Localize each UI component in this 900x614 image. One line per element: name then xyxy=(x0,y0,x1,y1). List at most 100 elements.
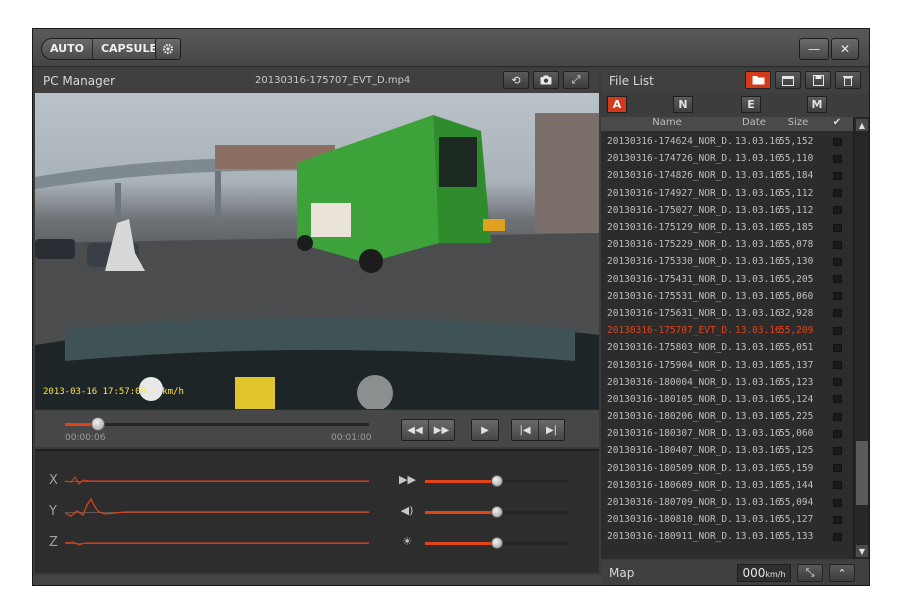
file-checkbox[interactable] xyxy=(832,137,842,146)
file-checkbox[interactable] xyxy=(832,515,842,524)
file-row[interactable]: 20130316-175431_NOR_D.mp413.03.1655,205 xyxy=(601,271,853,288)
file-checkbox[interactable] xyxy=(832,361,842,370)
file-list-scrollbar[interactable]: ▲ ▼ xyxy=(853,117,869,559)
file-checkbox[interactable] xyxy=(832,481,842,490)
file-checkbox[interactable] xyxy=(832,464,842,473)
file-checkbox[interactable] xyxy=(832,257,842,266)
column-check[interactable]: ✔ xyxy=(821,117,853,131)
column-date[interactable]: Date xyxy=(733,117,775,131)
previous-file-button[interactable]: |◀ xyxy=(512,420,538,440)
play-group: ▶ xyxy=(471,419,499,441)
map-collapse-button[interactable]: ⌃ xyxy=(829,564,855,582)
file-row[interactable]: 20130316-175129_NOR_D.mp413.03.1655,185 xyxy=(601,219,853,236)
file-checkbox[interactable] xyxy=(832,240,842,249)
folder-button[interactable] xyxy=(745,71,771,89)
file-row[interactable]: 20130316-180004_NOR_D.mp413.03.1655,123 xyxy=(601,374,853,391)
map-expand-button[interactable]: ⤡ xyxy=(797,564,823,582)
file-size: 55,185 xyxy=(779,222,814,234)
file-checkbox[interactable] xyxy=(832,532,842,541)
scroll-thumb[interactable] xyxy=(856,441,868,505)
file-row[interactable]: 20130316-175229_NOR_D.mp413.03.1655,078 xyxy=(601,236,853,253)
file-name: 20130316-180911_NOR_D.mp4 xyxy=(607,531,733,543)
calendar-button[interactable] xyxy=(775,71,801,89)
file-row[interactable]: 20130316-175631_NOR_D.mp413.03.1632,928 xyxy=(601,305,853,322)
delete-button[interactable] xyxy=(835,71,861,89)
map-bar: Map 000km/h ⤡ ⌃ xyxy=(601,561,869,585)
file-checkbox[interactable] xyxy=(832,292,842,301)
file-checkbox[interactable] xyxy=(832,154,842,163)
close-button[interactable]: ✕ xyxy=(831,38,859,60)
file-row[interactable]: 20130316-180307_NOR_D.mp413.03.1655,060 xyxy=(601,425,853,442)
minimize-button[interactable]: — xyxy=(799,38,829,60)
file-checkbox[interactable] xyxy=(832,378,842,387)
file-row[interactable]: 20130316-175531_NOR_D.mp413.03.1655,060 xyxy=(601,288,853,305)
speed-slider-handle[interactable] xyxy=(491,475,503,487)
file-row[interactable]: 20130316-180709_NOR_D.mp413.03.1655,094 xyxy=(601,494,853,511)
file-row[interactable]: 20130316-175904_NOR_D.mp413.03.1655,137 xyxy=(601,356,853,373)
file-checkbox[interactable] xyxy=(832,395,842,404)
volume-slider-handle[interactable] xyxy=(491,506,503,518)
file-date: 13.03.16 xyxy=(735,393,781,405)
file-row[interactable]: 20130316-174726_NOR_D.mp413.03.1655,110 xyxy=(601,150,853,167)
file-row[interactable]: 20130316-175330_NOR_D.mp413.03.1655,130 xyxy=(601,253,853,270)
file-row[interactable]: 20130316-175803_NOR_D.mp413.03.1655,051 xyxy=(601,339,853,356)
file-list-panel: File List A N E M Name Date Size ✔ 20130… xyxy=(601,69,869,585)
file-checkbox[interactable] xyxy=(832,412,842,421)
file-date: 13.03.16 xyxy=(735,204,781,216)
file-check-cell xyxy=(821,343,853,352)
play-button[interactable]: ▶ xyxy=(472,420,498,440)
gsensor-traces xyxy=(65,476,369,546)
file-checkbox[interactable] xyxy=(832,498,842,507)
file-name: 20130316-180206_NOR_D.mp4 xyxy=(607,411,733,423)
file-row[interactable]: 20130316-180911_NOR_D.mp413.03.1655,133 xyxy=(601,528,853,545)
file-checkbox[interactable] xyxy=(832,206,842,215)
file-row[interactable]: 20130316-180105_NOR_D.mp413.03.1655,124 xyxy=(601,391,853,408)
file-checkbox[interactable] xyxy=(832,326,842,335)
filter-manual-tab[interactable]: M xyxy=(807,96,827,113)
file-check-cell xyxy=(821,223,853,232)
file-row[interactable]: 20130316-180810_NOR_D.mp413.03.1655,127 xyxy=(601,511,853,528)
file-checkbox[interactable] xyxy=(832,446,842,455)
filter-normal-tab[interactable]: N xyxy=(673,96,693,113)
gsensor-panel: X Y Z ▶▶ ◀) ☀ xyxy=(35,449,599,573)
next-file-button[interactable]: ▶| xyxy=(538,420,564,440)
file-checkbox[interactable] xyxy=(832,275,842,284)
file-row[interactable]: 20130316-174927_NOR_D.mp413.03.1655,112 xyxy=(601,185,853,202)
file-row[interactable]: 20130316-180206_NOR_D.mp413.03.1655,225 xyxy=(601,408,853,425)
rewind-button[interactable]: ◀◀ xyxy=(402,420,428,440)
file-size: 55,127 xyxy=(779,514,814,526)
file-checkbox[interactable] xyxy=(832,171,842,180)
fast-forward-button[interactable]: ▶▶ xyxy=(428,420,454,440)
file-checkbox[interactable] xyxy=(832,223,842,232)
file-checkbox[interactable] xyxy=(832,343,842,352)
file-row[interactable]: 20130316-174624_NOR_D.mp413.03.1655,152 xyxy=(601,133,853,150)
camera-icon xyxy=(540,75,552,85)
video-frame[interactable]: 2013-03-16 17:57:08 · km/h xyxy=(35,93,599,409)
brightness-slider-handle[interactable] xyxy=(491,537,503,549)
save-button[interactable] xyxy=(805,71,831,89)
snapshot-button[interactable] xyxy=(533,71,559,89)
seek-track[interactable] xyxy=(65,423,369,426)
filter-all-tab[interactable]: A xyxy=(607,96,627,113)
video-osd: 2013-03-16 17:57:08 · km/h xyxy=(43,387,184,397)
fullscreen-button[interactable]: ⤢ xyxy=(563,71,589,89)
file-checkbox[interactable] xyxy=(832,189,842,198)
column-name[interactable]: Name xyxy=(601,117,733,131)
settings-button[interactable] xyxy=(155,38,181,60)
file-row[interactable]: 20130316-174826_NOR_D.mp413.03.1655,184 xyxy=(601,167,853,184)
file-row[interactable]: 20130316-180407_NOR_D.mp413.03.1655,125 xyxy=(601,442,853,459)
file-checkbox[interactable] xyxy=(832,309,842,318)
file-checkbox[interactable] xyxy=(832,429,842,438)
seek-handle[interactable] xyxy=(91,417,106,431)
total-time: 00:01:00 xyxy=(331,433,372,443)
scroll-down-button[interactable]: ▼ xyxy=(856,545,868,557)
filter-event-tab[interactable]: E xyxy=(741,96,761,113)
file-row[interactable]: 20130316-175027_NOR_D.mp413.03.1655,112 xyxy=(601,202,853,219)
file-row[interactable]: 20130316-180609_NOR_D.mp413.03.1655,144 xyxy=(601,477,853,494)
file-row[interactable]: 20130316-175707_EVT_D.mp413.03.1655,209 xyxy=(601,322,853,339)
scroll-up-button[interactable]: ▲ xyxy=(856,119,868,131)
auto-button[interactable]: AUTO xyxy=(42,39,92,59)
rotate-button[interactable]: ⟲ xyxy=(503,71,529,89)
column-size[interactable]: Size xyxy=(775,117,821,131)
file-row[interactable]: 20130316-180509_NOR_D.mp413.03.1655,159 xyxy=(601,460,853,477)
